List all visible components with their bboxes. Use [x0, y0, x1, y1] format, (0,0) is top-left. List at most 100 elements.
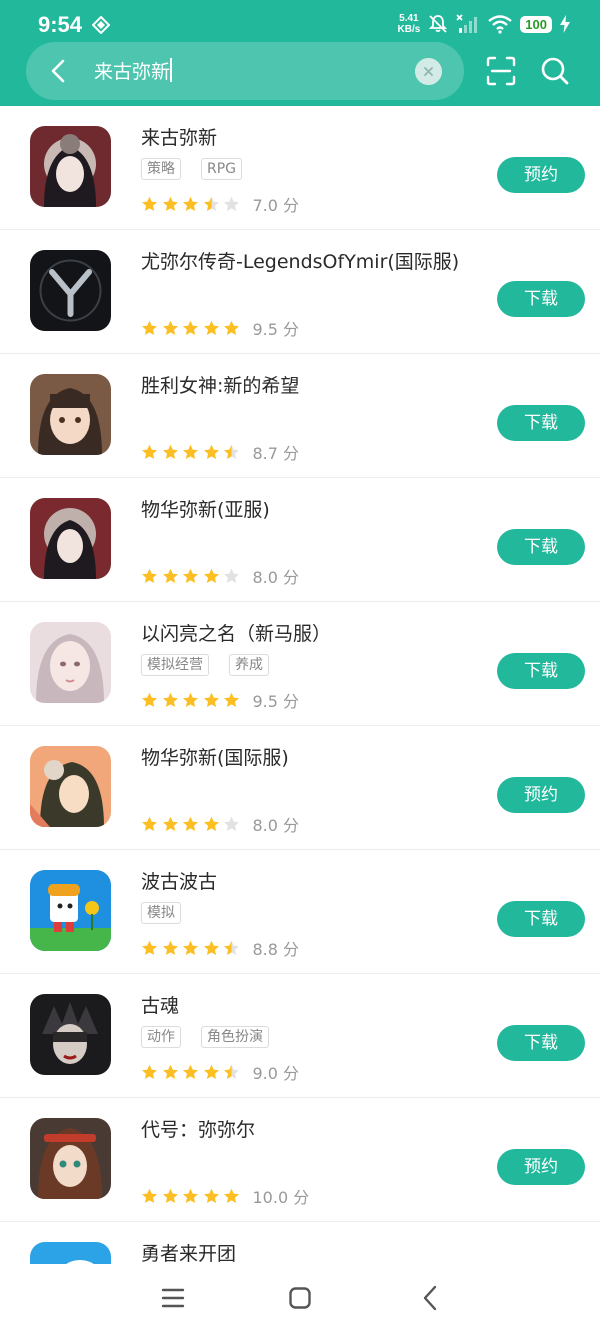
- back-arrow-icon[interactable]: [46, 58, 72, 84]
- tag: 模拟: [141, 902, 181, 924]
- list-item[interactable]: 勇者来开团: [0, 1222, 600, 1264]
- app-score: 9.0 分: [252, 1064, 300, 1083]
- search-input[interactable]: 来古弥新: [94, 57, 170, 84]
- star-rating: [141, 196, 244, 213]
- app-score: 8.8 分: [252, 940, 300, 959]
- app-rating: 8.0 分: [141, 564, 299, 588]
- status-icons: 5.41 KB/s 100: [398, 12, 570, 36]
- star-icon: [203, 196, 219, 211]
- app-icon: [30, 1242, 111, 1264]
- star-icon: [224, 1064, 239, 1079]
- download-button[interactable]: 下载: [497, 405, 585, 441]
- app-score: 9.5 分: [252, 692, 300, 711]
- app-rating: 9.5 分: [141, 316, 299, 340]
- app-notification-icon: [92, 16, 110, 34]
- app-score: 9.5 分: [252, 320, 300, 339]
- network-speed-value: 5.41: [399, 13, 419, 24]
- star-icon: [203, 940, 219, 955]
- notifications-off-icon: [429, 15, 448, 33]
- charging-icon: [560, 15, 570, 33]
- app-name: 胜利女神:新的希望: [141, 375, 300, 397]
- app-name: 波古波古: [141, 871, 218, 893]
- app-name: 代号：弥弥尔: [141, 1119, 256, 1141]
- app-name: 物华弥新(亚服): [141, 499, 270, 521]
- reserve-button[interactable]: 预约: [497, 157, 585, 193]
- app-icon: [30, 994, 111, 1075]
- star-icon: [203, 692, 219, 707]
- star-icon: [203, 816, 219, 831]
- star-icon: [183, 816, 198, 831]
- home-icon[interactable]: [288, 1286, 312, 1310]
- cellular-signal-icon: [456, 14, 478, 33]
- recent-apps-icon[interactable]: [161, 1286, 185, 1310]
- download-button[interactable]: 下载: [497, 281, 585, 317]
- star-rating: [141, 1064, 244, 1081]
- app-rating: 8.7 分: [141, 440, 299, 464]
- clear-search-icon[interactable]: [415, 58, 442, 85]
- tag: 养成: [229, 654, 269, 676]
- star-icon: [162, 940, 178, 955]
- download-button[interactable]: 下载: [497, 901, 585, 937]
- star-icon: [162, 816, 178, 831]
- download-button[interactable]: 下载: [497, 653, 585, 689]
- star-icon: [183, 568, 198, 583]
- app-tags: 策略 RPG: [141, 158, 243, 180]
- star-icon: [142, 444, 157, 459]
- star-icon: [183, 692, 198, 707]
- star-icon: [224, 940, 239, 955]
- app-score: 10.0 分: [252, 1188, 310, 1207]
- star-icon: [224, 1188, 239, 1203]
- star-icon: [162, 1188, 178, 1203]
- star-icon: [203, 1064, 219, 1079]
- reserve-button[interactable]: 预约: [497, 777, 585, 813]
- app-name: 物华弥新(国际服): [141, 747, 289, 769]
- download-button[interactable]: 下载: [497, 1025, 585, 1061]
- network-speed: 5.41 KB/s: [398, 13, 421, 35]
- list-item[interactable]: 物华弥新(亚服) 8.0 分 下载: [0, 478, 600, 602]
- app-name: 古魂: [141, 995, 180, 1017]
- list-item[interactable]: 胜利女神:新的希望 8.7 分 下载: [0, 354, 600, 478]
- app-icon: [30, 1118, 111, 1199]
- star-icon: [203, 444, 219, 459]
- star-rating: [141, 692, 244, 709]
- star-icon: [162, 320, 178, 335]
- search-box[interactable]: 来古弥新: [26, 42, 464, 100]
- search-icon[interactable]: [540, 56, 570, 86]
- star-rating: [141, 1188, 244, 1205]
- app-rating: 7.0 分: [141, 192, 299, 216]
- star-icon: [142, 568, 157, 583]
- star-icon: [183, 196, 198, 211]
- scan-icon[interactable]: [486, 56, 516, 86]
- star-icon: [162, 692, 178, 707]
- app-icon: [30, 622, 111, 703]
- star-icon: [183, 444, 198, 459]
- list-item[interactable]: 以闪亮之名（新马服） 模拟经营 养成 9.5 分 下载: [0, 602, 600, 726]
- reserve-button[interactable]: 预约: [497, 1149, 585, 1185]
- star-icon: [142, 940, 157, 955]
- app-rating: 8.8 分: [141, 936, 299, 960]
- star-icon: [183, 940, 198, 955]
- star-rating: [141, 444, 244, 461]
- list-item[interactable]: 波古波古 模拟 8.8 分 下载: [0, 850, 600, 974]
- star-icon: [203, 568, 219, 583]
- list-item[interactable]: 古魂 动作 角色扮演 9.0 分 下载: [0, 974, 600, 1098]
- star-icon: [224, 320, 239, 335]
- app-rating: 10.0 分: [141, 1184, 309, 1208]
- list-item[interactable]: 来古弥新 策略 RPG 7.0 分 预约: [0, 106, 600, 230]
- star-icon: [162, 1064, 178, 1079]
- star-icon: [142, 196, 157, 211]
- tag: 策略: [141, 158, 181, 180]
- system-back-icon[interactable]: [418, 1284, 442, 1312]
- star-icon: [142, 816, 157, 831]
- download-button[interactable]: 下载: [497, 529, 585, 565]
- list-item[interactable]: 物华弥新(国际服) 8.0 分 预约: [0, 726, 600, 850]
- app-tags: 模拟: [141, 902, 181, 924]
- star-icon: [183, 320, 198, 335]
- star-icon: [224, 568, 239, 583]
- list-item[interactable]: 尤弥尔传奇-LegendsOfYmir(国际服) 9.5 分 下载: [0, 230, 600, 354]
- app-rating: 8.0 分: [141, 812, 299, 836]
- wifi-icon: [488, 15, 513, 34]
- list-item[interactable]: 代号：弥弥尔 10.0 分 预约: [0, 1098, 600, 1222]
- star-icon: [224, 196, 239, 211]
- star-icon: [142, 692, 157, 707]
